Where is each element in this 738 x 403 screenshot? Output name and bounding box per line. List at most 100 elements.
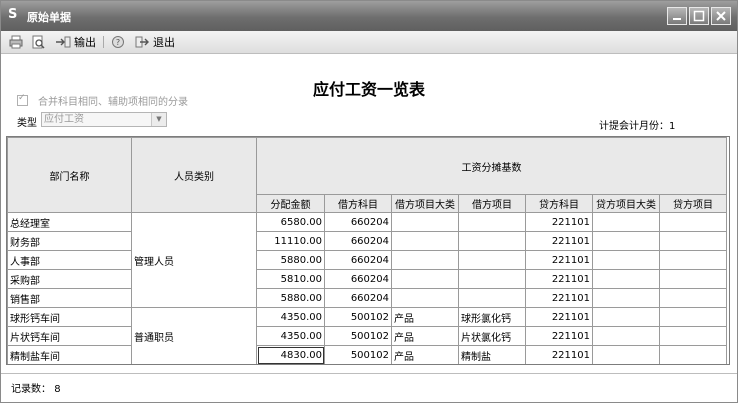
dept-cell: 财务部 — [7, 231, 132, 251]
merge-option-label: 合并科目相同、辅助项相同的分录 — [38, 97, 188, 108]
credit-item-cell — [659, 288, 727, 308]
debit-item-category-cell — [391, 212, 459, 232]
close-icon — [716, 11, 726, 21]
credit-account-cell: 221101 — [525, 231, 593, 251]
table-row[interactable]: 财务部 11110.00 660204 221101 — [7, 231, 727, 251]
status-bar: 记录数： 8 — [1, 373, 737, 402]
table-row[interactable]: 片状钙车间 4350.00 500102 产品 片状氯化钙 221101 — [7, 326, 727, 346]
debit-account-cell: 660204 — [324, 212, 392, 232]
debit-account-cell: 500102 — [324, 326, 392, 346]
window-title: 原始单据 — [27, 11, 71, 24]
dept-cell: 采购部 — [7, 269, 132, 289]
dept-cell: 销售部 — [7, 288, 132, 308]
app-logo-icon: S — [8, 7, 18, 22]
report-window: S 原始单据 输出 ? 退出 应付工资一览表 ✓ 合并科目相同、辅助项相同的分录… — [0, 0, 738, 403]
record-count-label: 记录数： — [11, 384, 51, 395]
amount-cell: 6580.00 — [256, 212, 325, 232]
debit-account-cell: 660204 — [324, 269, 392, 289]
minimize-button[interactable] — [667, 7, 687, 25]
type-select: 应付工资 ▼ — [41, 112, 167, 127]
debit-item-cell — [458, 231, 526, 251]
credit-item-cell — [659, 345, 727, 364]
credit-item-category-cell — [592, 288, 660, 308]
credit-item-cell — [659, 231, 727, 251]
credit-item-cell — [659, 307, 727, 327]
credit-account-cell: 221101 — [525, 326, 593, 346]
debit-account-cell: 500102 — [324, 345, 392, 364]
credit-item-category-cell — [592, 212, 660, 232]
maximize-icon — [693, 10, 705, 22]
table-row[interactable]: 球形钙车间 普通职员 4350.00 500102 产品 球形氯化钙 22110… — [7, 307, 727, 364]
minimize-icon — [673, 18, 681, 20]
debit-item-cell: 球形氯化钙 — [458, 307, 526, 327]
credit-item-category-cell — [592, 231, 660, 251]
debit-item-category-cell — [391, 231, 459, 251]
debit-item-category-cell: 产品 — [391, 345, 459, 364]
merge-entries-option: 合并科目相同、辅助项相同的分录 — [17, 93, 188, 108]
header-credit-account: 贷方科目 — [525, 194, 593, 213]
preview-button[interactable] — [31, 34, 48, 50]
credit-item-category-cell — [592, 269, 660, 289]
dept-cell: 总经理室 — [7, 212, 132, 232]
exit-label: 退出 — [153, 36, 175, 49]
credit-item-cell — [659, 269, 727, 289]
debit-account-cell: 660204 — [324, 250, 392, 270]
period-value: 1 — [669, 121, 676, 132]
toolbar-divider — [103, 36, 104, 48]
header-dept: 部门名称 — [7, 137, 132, 213]
maximize-button[interactable] — [689, 7, 709, 25]
amount-cell: 5880.00 — [256, 250, 325, 270]
category-cell: 普通职员 — [131, 307, 257, 364]
type-select-value: 应付工资 — [44, 114, 84, 125]
print-icon — [9, 35, 23, 49]
chevron-down-icon: ▼ — [151, 113, 166, 126]
record-count-value: 8 — [54, 384, 61, 395]
export-icon — [56, 36, 71, 48]
dept-cell: 球形钙车间 — [7, 307, 132, 327]
debit-account-cell: 660204 — [324, 231, 392, 251]
credit-account-cell: 221101 — [525, 250, 593, 270]
debit-item-cell — [458, 250, 526, 270]
table-row[interactable]: 人事部 5880.00 660204 221101 — [7, 250, 727, 270]
table-row[interactable]: 销售部 5880.00 660204 221101 — [7, 288, 727, 308]
credit-account-cell: 221101 — [525, 269, 593, 289]
credit-account-cell: 221101 — [525, 345, 593, 364]
debit-item-cell: 片状氯化钙 — [458, 326, 526, 346]
amount-cell: 4350.00 — [256, 307, 325, 327]
type-label: 类型 — [17, 118, 37, 129]
credit-item-category-cell — [592, 345, 660, 364]
help-icon: ? — [112, 36, 124, 48]
debit-account-cell: 660204 — [324, 288, 392, 308]
category-cell: 管理人员 — [131, 212, 257, 308]
help-button[interactable]: ? — [111, 34, 128, 50]
header-amount: 分配金额 — [256, 194, 325, 213]
header-salary-base: 工资分摊基数 — [256, 137, 727, 195]
salary-grid[interactable]: 部门名称 人员类别 工资分摊基数 分配金额 借方科目 借方项目大类 借方项目 贷… — [6, 136, 730, 365]
header-debit-item: 借方项目 — [458, 194, 526, 213]
merge-checkbox — [17, 93, 28, 106]
debit-account-cell: 500102 — [324, 307, 392, 327]
table-row[interactable]: 总经理室 管理人员 6580.00 660204 221101 — [7, 212, 727, 308]
amount-cell-selected[interactable]: 4830.00 — [256, 345, 325, 364]
salary-table: 部门名称 人员类别 工资分摊基数 分配金额 借方科目 借方项目大类 借方项目 贷… — [7, 137, 727, 364]
table-row[interactable]: 采购部 5810.00 660204 221101 — [7, 269, 727, 289]
credit-item-cell — [659, 326, 727, 346]
header-credit-item-category: 贷方项目大类 — [592, 194, 660, 213]
record-count: 记录数： 8 — [11, 380, 61, 395]
debit-item-cell — [458, 269, 526, 289]
credit-account-cell: 221101 — [525, 288, 593, 308]
print-button[interactable] — [9, 34, 26, 50]
period-label: 计提会计月份： — [599, 121, 669, 132]
title-bar: S 原始单据 — [1, 1, 737, 31]
credit-account-cell: 221101 — [525, 307, 593, 327]
svg-text:?: ? — [116, 38, 120, 47]
amount-cell: 5810.00 — [256, 269, 325, 289]
table-row[interactable]: 精制盐车间 4830.00 500102 产品 精制盐 221101 — [7, 345, 727, 364]
export-button[interactable]: 输出 — [55, 34, 96, 50]
toolbar: 输出 ? 退出 — [1, 31, 737, 54]
exit-button[interactable]: 退出 — [134, 34, 175, 50]
dept-cell: 精制盐车间 — [7, 345, 132, 364]
credit-item-cell — [659, 212, 727, 232]
amount-cell: 5880.00 — [256, 288, 325, 308]
close-button[interactable] — [711, 7, 731, 25]
